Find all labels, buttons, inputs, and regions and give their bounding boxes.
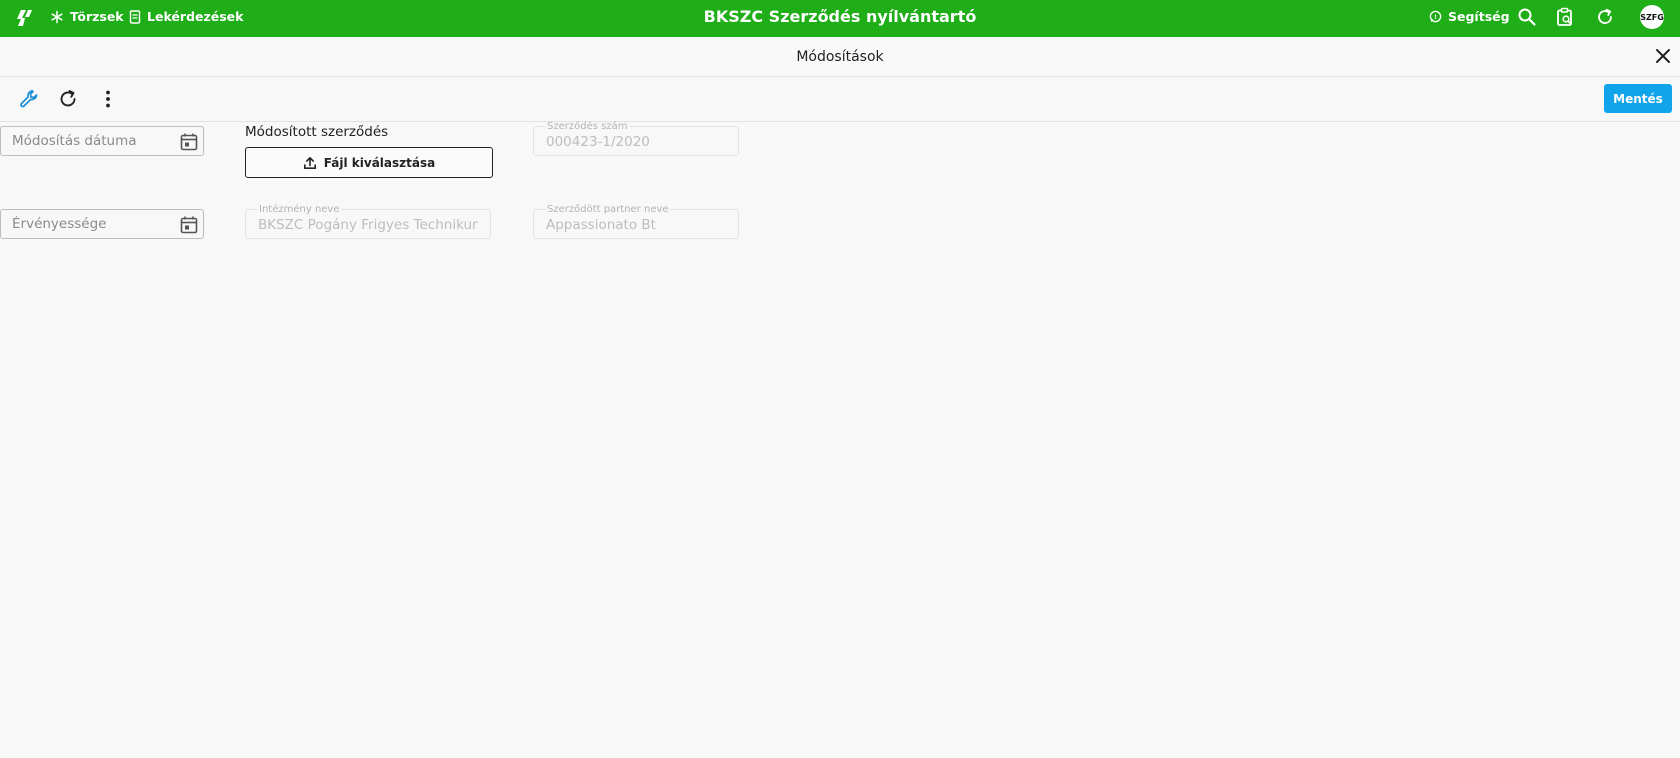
file-select-label: Fájl kiválasztása [323, 155, 436, 170]
reload-icon[interactable] [57, 88, 79, 110]
document-icon [129, 9, 141, 24]
app-logo-icon[interactable] [15, 8, 35, 28]
app-title: BKSZC Szerződés nyílvántartó [703, 7, 977, 26]
top-app-bar: Törzsek Lekérdezések BKSZC Szerződés nyí… [0, 0, 1680, 37]
upload-icon [303, 156, 316, 169]
file-select-button[interactable]: Fájl kiválasztása [245, 147, 493, 178]
search-icon[interactable] [1517, 7, 1537, 27]
dialog-title: Módosítások [796, 48, 884, 65]
help-link[interactable]: ! Segítség [1429, 0, 1510, 33]
partner-name-field: Szerződött partner neve Appassionato Bt [533, 205, 739, 239]
modified-contract-label: Módosított szerződés [245, 124, 389, 140]
asterisk-icon [51, 10, 63, 23]
refresh-icon[interactable] [1595, 7, 1615, 27]
calendar-icon[interactable] [179, 132, 199, 152]
dialog-header: Módosítások [0, 37, 1680, 77]
modification-date-field [0, 126, 204, 156]
modification-date-input[interactable] [12, 127, 169, 155]
svg-text:!: ! [1434, 13, 1437, 21]
nav-torzsek-label: Törzsek [70, 9, 124, 24]
save-button[interactable]: Mentés [1604, 84, 1672, 113]
nav-torzsek[interactable]: Törzsek [50, 0, 124, 33]
clipboard-search-icon[interactable] [1555, 7, 1575, 27]
help-label: Segítség [1448, 9, 1510, 24]
close-icon[interactable] [1654, 47, 1672, 65]
validity-field [0, 209, 204, 239]
contract-number-value: 000423-1/2020 [546, 134, 650, 150]
validity-input[interactable] [12, 210, 169, 238]
user-avatar[interactable]: SZFG [1640, 5, 1664, 29]
contract-number-field: Szerződés szám 000423-1/2020 [533, 122, 739, 156]
wrench-icon[interactable] [18, 88, 40, 110]
nav-lekerdezesek-label: Lekérdezések [147, 9, 244, 24]
partner-name-value: Appassionato Bt [546, 217, 656, 233]
calendar-icon[interactable] [179, 215, 199, 235]
dialog-toolbar: Mentés [0, 76, 1680, 122]
institution-name-field: Intézmény neve BKSZC Pogány Frigyes Tech… [245, 205, 491, 239]
help-chat-icon: ! [1429, 10, 1442, 23]
more-vert-icon[interactable] [97, 88, 119, 110]
institution-name-value: BKSZC Pogány Frigyes Technikum [258, 217, 478, 233]
nav-lekerdezesek[interactable]: Lekérdezések [129, 0, 243, 33]
